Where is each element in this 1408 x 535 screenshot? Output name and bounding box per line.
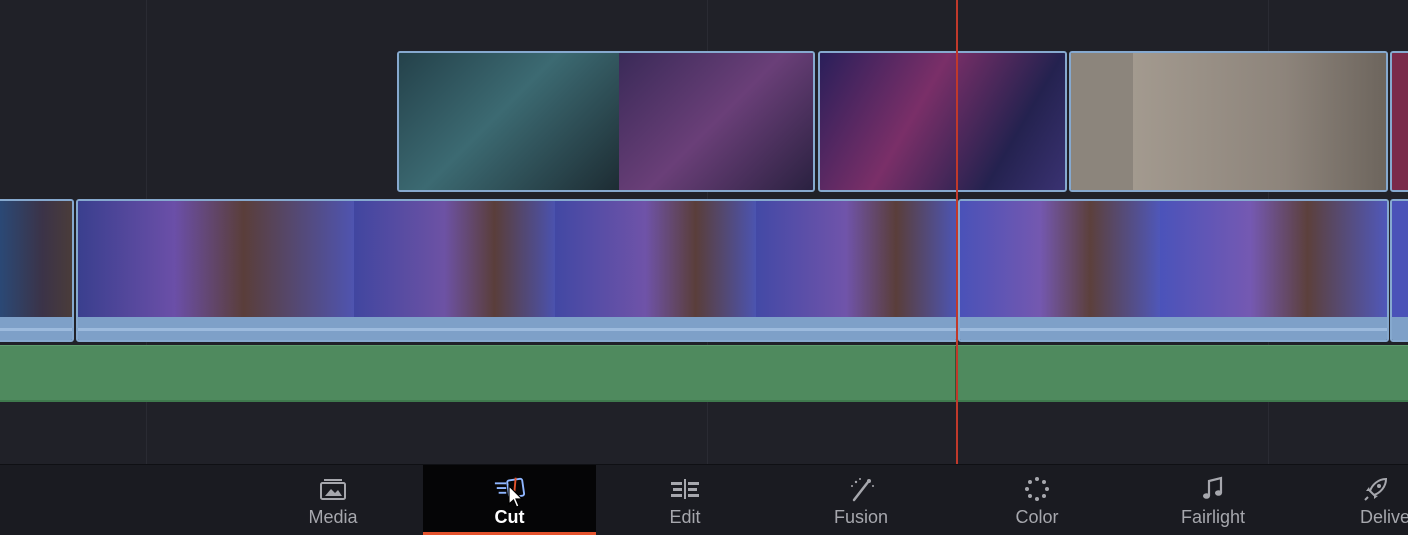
page-label-deliver: Delive [1360, 507, 1408, 527]
page-label-fairlight: Fairlight [1180, 507, 1246, 527]
video-clip-interview-b[interactable] [958, 199, 1389, 342]
page-button-fairlight[interactable]: Fairlight [1153, 465, 1273, 535]
page-button-media[interactable]: Media [273, 465, 393, 535]
fairlight-icon [1196, 475, 1230, 503]
clip-audio-strip [960, 317, 1387, 340]
clip-thumbnail [756, 201, 956, 317]
page-button-fusion[interactable]: Fusion [801, 465, 921, 535]
video-clip-interview-a[interactable] [76, 199, 958, 342]
clip-audio-strip [1392, 317, 1408, 340]
edit-icon [668, 475, 702, 503]
page-button-edit[interactable]: Edit [625, 465, 745, 535]
clip-thumbnails [0, 201, 72, 317]
page-button-color[interactable]: Color [977, 465, 1097, 535]
clip-thumbnail [555, 201, 756, 317]
page-label-edit: Edit [669, 507, 701, 527]
audio-waveform [78, 328, 956, 331]
clip-thumbnail [1133, 53, 1386, 190]
video-clip-crowd[interactable] [397, 51, 815, 192]
clip-thumbnail [1071, 53, 1133, 190]
deliver-icon [1359, 475, 1393, 503]
timeline[interactable] [0, 0, 1408, 464]
mouse-cursor-icon [508, 484, 524, 514]
fusion-icon [844, 475, 878, 503]
clip-audio-strip [0, 317, 72, 340]
clip-thumbnail [1160, 201, 1387, 317]
clip-thumbnails [960, 201, 1387, 317]
clip-thumbnail [960, 201, 1160, 317]
clip-thumbnail [78, 201, 354, 317]
audio-waveform [960, 328, 1387, 331]
audio-waveform [0, 328, 72, 331]
clip-thumbnail [0, 201, 72, 317]
clip-audio-strip [78, 317, 956, 340]
page-label-fusion: Fusion [833, 507, 889, 527]
clip-thumbnail [820, 53, 1065, 190]
page-navigation-bar: Media Cut Edit Fusion Color Fairlight De… [0, 464, 1408, 535]
color-icon [1020, 475, 1054, 503]
playhead[interactable] [956, 0, 958, 464]
clip-thumbnail [1392, 53, 1408, 190]
page-label-color: Color [1015, 507, 1059, 527]
clip-thumbnail [1392, 201, 1408, 317]
video-clip-next[interactable] [1390, 51, 1408, 192]
audio-track-a1[interactable] [0, 345, 1408, 402]
media-icon [316, 475, 350, 503]
clip-thumbnail [619, 53, 813, 190]
clip-thumbnail [399, 53, 619, 190]
clip-thumbnails [78, 201, 956, 317]
clip-thumbnails [1392, 201, 1408, 317]
video-clip-prev[interactable] [0, 199, 74, 342]
clip-thumbnail [354, 201, 555, 317]
video-clip-next-v1[interactable] [1390, 199, 1408, 342]
page-button-deliver[interactable]: Delive [1343, 465, 1408, 535]
page-button-cut[interactable]: Cut [423, 465, 596, 535]
video-clip-stage-smoke[interactable] [1069, 51, 1388, 192]
video-clip-singer[interactable] [818, 51, 1067, 192]
page-label-media: Media [308, 507, 358, 527]
